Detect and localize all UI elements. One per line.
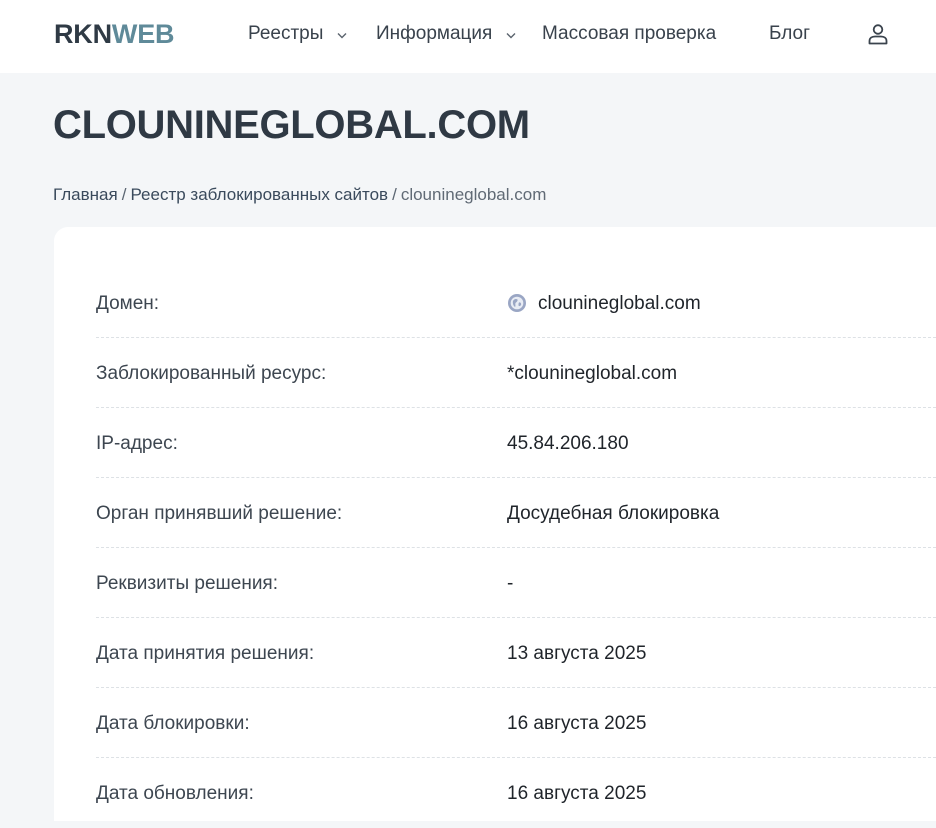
site-logo[interactable]: RKNWEB — [54, 18, 175, 50]
detail-value: 13 августа 2025 — [507, 643, 647, 664]
detail-value: 16 августа 2025 — [507, 713, 647, 734]
detail-value: *clounineglobal.com — [507, 363, 678, 384]
detail-row-decision-date: Дата принятия решения: 13 августа 2025 — [96, 618, 936, 688]
detail-row-blocked-resource: Заблокированный ресурс: *clounineglobal.… — [96, 338, 936, 408]
detail-label: Дата блокировки: — [96, 713, 250, 734]
detail-value: Досудебная блокировка — [507, 503, 720, 524]
breadcrumb-home-link[interactable]: Главная — [53, 185, 118, 204]
chevron-down-icon — [506, 22, 516, 46]
domain-value: clounineglobal.com — [538, 293, 701, 314]
globe-icon — [507, 293, 527, 313]
page-title: CLOUNINEGLOBAL.COM — [53, 103, 530, 147]
detail-label: Дата принятия решения: — [96, 643, 315, 664]
detail-label: Дата обновления: — [96, 783, 254, 804]
breadcrumb-separator: / — [392, 185, 397, 204]
detail-label: IP-адрес: — [96, 433, 178, 454]
breadcrumb: Главная / Реестр заблокированных сайтов / cl… — [53, 184, 546, 206]
logo-text-web: WEB — [111, 19, 175, 49]
breadcrumb-registry-link[interactable]: Реестр заблокированных сайтов — [130, 185, 388, 204]
detail-label: Домен: — [96, 293, 160, 314]
user-account-icon[interactable] — [866, 22, 890, 46]
detail-label: Реквизиты решения: — [96, 573, 279, 594]
detail-value: clounineglobal.com — [507, 292, 701, 316]
nav-info-dropdown[interactable]: Информация — [376, 22, 516, 46]
nav-bulk-check-link[interactable]: Массовая проверка — [542, 22, 716, 46]
domain-details-card: Домен: clounineglobal.com Заблокированны… — [54, 227, 936, 821]
nav-blog-link[interactable]: Блог — [769, 22, 810, 46]
nav-registries-label: Реестры — [248, 23, 324, 45]
chevron-down-icon — [337, 22, 347, 46]
nav-registries-dropdown[interactable]: Реестры — [248, 22, 347, 46]
detail-row-ip: IP-адрес: 45.84.206.180 — [96, 408, 936, 478]
detail-label: Орган принявший решение: — [96, 503, 343, 524]
detail-row-domain: Домен: clounineglobal.com — [96, 268, 936, 338]
logo-text-rkn: RKN — [54, 19, 112, 49]
detail-row-decision-details: Реквизиты решения: - — [96, 548, 936, 618]
detail-row-block-date: Дата блокировки: 16 августа 2025 — [96, 688, 936, 758]
detail-row-authority: Орган принявший решение: Досудебная блок… — [96, 478, 936, 548]
detail-label: Заблокированный ресурс: — [96, 363, 327, 384]
site-header: RKNWEB Реестры Информация Массовая прове… — [0, 0, 936, 73]
breadcrumb-current: clounineglobal.com — [400, 185, 547, 204]
breadcrumb-separator: / — [121, 185, 127, 204]
detail-row-update-date: Дата обновления: 16 августа 2025 — [96, 758, 936, 828]
nav-info-label: Информация — [376, 23, 493, 45]
detail-value: 16 августа 2025 — [507, 783, 647, 804]
detail-value: 45.84.206.180 — [507, 433, 629, 454]
detail-value: - — [507, 573, 514, 594]
